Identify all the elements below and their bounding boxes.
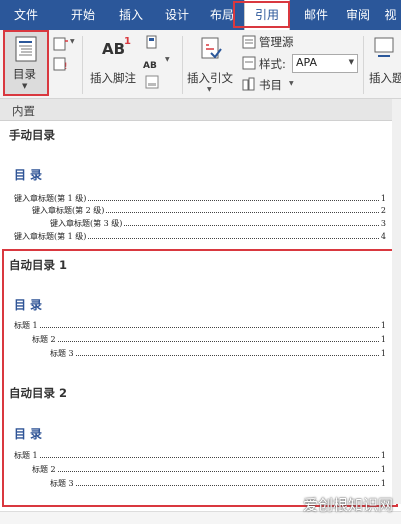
gallery-header-label: 内置: [12, 104, 35, 118]
add-text-dropdown-icon[interactable]: ▼: [70, 38, 75, 45]
toc-row: 键入章标题(第 1 级) 4: [14, 232, 386, 241]
manual-toc-heading: 目录: [14, 168, 47, 182]
insert-citation-button[interactable]: 插入引文 ▼: [185, 34, 237, 93]
toc-row: 标题 31: [50, 479, 386, 488]
add-text-icon[interactable]: [53, 36, 69, 51]
citation-icon: [201, 37, 222, 59]
tab-design[interactable]: 设计: [156, 0, 198, 30]
ribbon-separator: [82, 36, 83, 94]
ribbon-separator: [182, 36, 183, 94]
chevron-down-icon: ▼: [207, 86, 212, 93]
manage-sources-icon: [242, 35, 256, 49]
tab-view[interactable]: 视: [380, 0, 401, 30]
toc-button[interactable]: 目录 ▼: [5, 32, 47, 96]
auto-toc-1-title: 自动目录 1: [9, 258, 68, 272]
tab-layout[interactable]: 布局: [202, 0, 242, 30]
chevron-down-icon: ▼: [289, 80, 294, 87]
toc-row: 标题 21: [32, 465, 386, 474]
toc-document-icon: [15, 36, 37, 62]
ribbon: 目录 ▼ ▼ ! AB 1 插入脚注 AB ▼ 插入引文 ▼ 管理源 样式: A…: [0, 30, 401, 99]
manual-toc-option[interactable]: 手动目录 目录 键入章标题(第 1 级) 1 键入章标题(第 2 级) 2 键入章标…: [0, 121, 392, 247]
next-footnote-button[interactable]: AB: [143, 53, 167, 71]
insert-endnote-icon[interactable]: [145, 34, 159, 49]
gallery-header: 内置: [0, 99, 401, 121]
insert-caption-label: 插入题: [369, 71, 401, 85]
chevron-down-icon: ▼: [348, 58, 354, 66]
chevron-down-icon: ▼: [22, 82, 28, 90]
tab-references[interactable]: 引用: [244, 0, 290, 30]
insert-footnote-label: 插入脚注: [90, 71, 136, 85]
toc-row: 标题 11: [14, 321, 386, 330]
toc-button-label: 目录: [13, 67, 36, 81]
style-selector: 样式: APA ▼: [240, 54, 360, 73]
gallery-scrollbar[interactable]: [392, 99, 401, 504]
svg-text:!: !: [64, 62, 68, 71]
toc-row: 键入章标题(第 1 级) 1: [14, 194, 386, 203]
watermark: 爱创根知识网: [302, 496, 393, 514]
auto-toc-2-heading: 目录: [14, 427, 47, 441]
tab-insert[interactable]: 插入: [110, 0, 152, 30]
update-table-icon[interactable]: !: [53, 56, 69, 72]
insert-caption-button[interactable]: 插入题: [366, 34, 401, 92]
auto-toc-2-title: 自动目录 2: [9, 386, 68, 400]
manual-toc-title: 手动目录: [9, 128, 55, 142]
auto-toc-2-option[interactable]: 自动目录 2 目录 标题 11 标题 21 标题 31: [0, 375, 392, 499]
caption-icon: [374, 37, 394, 57]
tab-review[interactable]: 审阅: [340, 0, 376, 30]
style-dropdown-value: APA: [296, 56, 317, 69]
ribbon-tab-bar: 文件 开始 插入 设计 布局 引用 邮件 审阅 视: [0, 0, 401, 30]
style-label: 样式:: [259, 57, 286, 71]
tab-mailings[interactable]: 邮件: [296, 0, 336, 30]
tab-home[interactable]: 开始: [62, 0, 104, 30]
tab-file[interactable]: 文件: [6, 0, 46, 30]
auto-toc-1-heading: 目录: [14, 298, 47, 312]
bibliography-icon: [242, 77, 255, 91]
insert-citation-label: 插入引文: [187, 71, 233, 85]
footnote-superscript: 1: [124, 36, 131, 47]
style-icon: [242, 56, 256, 70]
toc-row: 键入章标题(第 2 级) 2: [32, 206, 386, 215]
insert-footnote-button[interactable]: AB 1 插入脚注: [86, 34, 142, 92]
bibliography-label: 书目: [259, 78, 282, 92]
toc-row: 键入章标题(第 3 级) 3: [50, 219, 386, 228]
manage-sources-button[interactable]: 管理源: [240, 34, 320, 50]
footnote-icon: AB: [102, 40, 126, 58]
manage-sources-label: 管理源: [259, 35, 294, 49]
auto-toc-1-option[interactable]: 自动目录 1 目录 标题 11 标题 21 标题 31: [0, 249, 392, 367]
toc-row: 标题 11: [14, 451, 386, 460]
toc-row: 标题 21: [32, 335, 386, 344]
ribbon-separator: [363, 36, 364, 94]
style-dropdown[interactable]: APA ▼: [292, 54, 358, 73]
bibliography-button[interactable]: 书目 ▼: [240, 76, 310, 93]
toc-gallery-panel: 内置 手动目录 目录 键入章标题(第 1 级) 1 键入章标题(第 2 级) 2 键…: [0, 99, 401, 524]
toc-row: 标题 31: [50, 349, 386, 358]
next-footnote-dropdown-icon[interactable]: ▼: [165, 56, 170, 63]
show-notes-icon[interactable]: [145, 74, 159, 89]
next-footnote-icon: AB: [143, 61, 157, 71]
